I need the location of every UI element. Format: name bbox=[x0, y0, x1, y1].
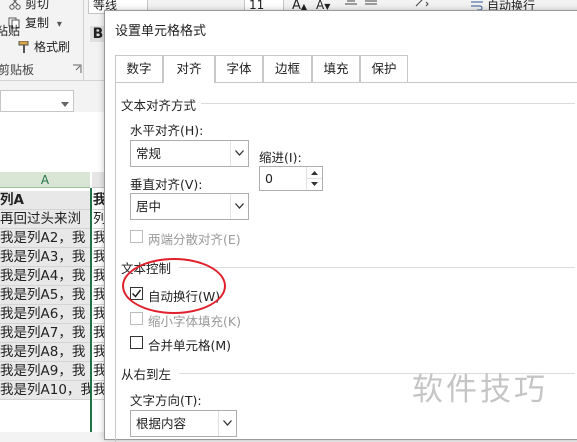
justify-distributed-label: 两端分散对齐(E) bbox=[148, 232, 241, 247]
tab-protection[interactable]: 保护 bbox=[360, 55, 408, 82]
paste-label[interactable]: 粘贴 bbox=[0, 22, 20, 39]
section-divider bbox=[179, 267, 575, 268]
text-direction-select[interactable]: 根据内容 bbox=[130, 410, 237, 437]
chevron-down-icon bbox=[230, 141, 248, 166]
cut-button[interactable]: 剪切 bbox=[8, 0, 49, 12]
cell-a[interactable]: 我是列A6，我 bbox=[0, 305, 90, 324]
copy-label: 复制 bbox=[25, 16, 50, 30]
cell-a[interactable]: 我是列A8，我 bbox=[0, 343, 90, 362]
cell-a[interactable]: 我是列A5，我 bbox=[0, 286, 90, 305]
align-top-icon[interactable] bbox=[344, 0, 358, 8]
horizontal-align-label: 水平对齐(H): bbox=[130, 123, 204, 138]
shrink-to-fit-checkbox[interactable] bbox=[130, 312, 143, 325]
selection-border bbox=[90, 188, 92, 432]
vertical-align-select[interactable]: 居中 bbox=[130, 193, 249, 220]
format-painter-button[interactable]: 格式刷 bbox=[17, 38, 70, 55]
text-direction-value: 根据内容 bbox=[136, 416, 187, 431]
vertical-align-value: 居中 bbox=[136, 199, 162, 214]
group-divider bbox=[83, 0, 84, 80]
shrink-to-fit-label: 缩小字体填充(K) bbox=[148, 314, 241, 329]
dialog-title: 设置单元格格式 bbox=[115, 24, 207, 39]
indent-label: 缩进(I): bbox=[259, 150, 302, 165]
highlight-circle bbox=[122, 258, 226, 314]
column-header-a[interactable]: A bbox=[0, 172, 90, 188]
clipboard-group-label: 剪贴板 bbox=[0, 63, 35, 77]
horizontal-align-select[interactable]: 常规 bbox=[130, 140, 249, 167]
section-divider bbox=[201, 103, 575, 104]
cell-a[interactable]: 我是列A3，我 bbox=[0, 248, 90, 267]
align-middle-icon[interactable] bbox=[364, 0, 378, 8]
scissors-icon bbox=[8, 0, 22, 10]
cell-a[interactable]: 我是列A7，我 bbox=[0, 324, 90, 343]
chevron-down-icon bbox=[230, 194, 248, 219]
cut-label: 剪切 bbox=[25, 0, 50, 11]
indent-value: 0 bbox=[265, 171, 273, 186]
tab-border[interactable]: 边框 bbox=[263, 55, 312, 82]
orientation-icon[interactable] bbox=[414, 0, 430, 8]
cell-a[interactable]: 我是列A4，我 bbox=[0, 267, 90, 286]
clipboard-launcher-icon[interactable] bbox=[72, 63, 82, 73]
cell-a[interactable]: 我是列A10，我 bbox=[0, 381, 90, 400]
indent-spin-buttons[interactable] bbox=[306, 167, 322, 190]
name-box[interactable] bbox=[0, 90, 74, 112]
copy-dropdown-icon[interactable]: ▾ bbox=[57, 19, 62, 30]
tab-alignment[interactable]: 对齐 bbox=[163, 55, 215, 83]
merge-cells-label: 合并单元格(M) bbox=[148, 338, 232, 353]
text-direction-label: 文字方向(T): bbox=[130, 393, 202, 408]
horizontal-align-value: 常规 bbox=[136, 146, 162, 161]
cell-a[interactable]: 我是列A9，我 bbox=[0, 362, 90, 381]
text-alignment-section-title: 文本对齐方式 bbox=[121, 98, 197, 113]
format-painter-icon bbox=[17, 40, 31, 53]
justify-distributed-checkbox[interactable] bbox=[130, 230, 143, 243]
tab-number[interactable]: 数字 bbox=[115, 55, 163, 82]
watermark-text: 软件技巧 bbox=[412, 372, 548, 408]
indent-spinner[interactable]: 0 bbox=[259, 166, 323, 191]
chevron-down-icon bbox=[218, 411, 236, 436]
tab-fill[interactable]: 填充 bbox=[312, 55, 360, 82]
format-painter-label: 格式刷 bbox=[34, 40, 71, 54]
vertical-align-label: 垂直对齐(V): bbox=[130, 177, 203, 192]
rtl-section-title: 从右到左 bbox=[121, 367, 172, 382]
merge-cells-checkbox[interactable] bbox=[130, 336, 143, 349]
tab-font[interactable]: 字体 bbox=[215, 55, 263, 82]
name-box-dropdown-icon[interactable] bbox=[61, 97, 69, 107]
cell-a[interactable]: 我是列A2，我 bbox=[0, 229, 90, 248]
cell-a[interactable]: 列A bbox=[0, 191, 90, 210]
cell-a[interactable]: 再回过头来浏 bbox=[0, 210, 90, 229]
